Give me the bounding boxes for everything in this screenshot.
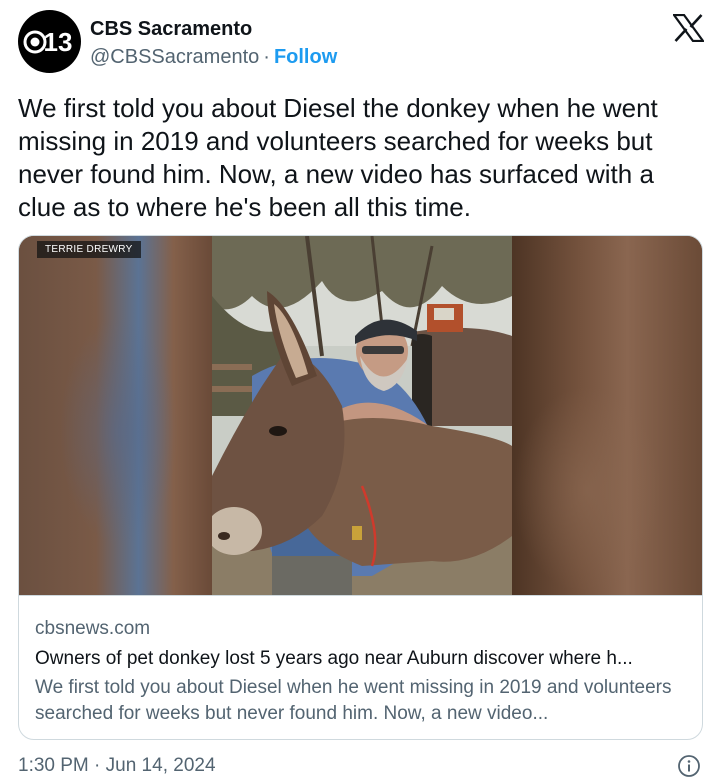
cbs-eye-logo-icon: 13 [23,27,73,57]
x-logo-icon[interactable] [673,14,704,42]
link-card[interactable]: TERRIE DREWRY cbsnews.com Owners of pet … [18,235,703,740]
separator-dot: · [263,46,270,68]
author-handle[interactable]: @CBSSacramento [90,46,259,68]
follow-button[interactable]: Follow [274,46,337,68]
card-meta[interactable]: cbsnews.com Owners of pet donkey lost 5 … [19,595,702,739]
donkey-photo [212,236,512,595]
tweet-timestamp[interactable]: 1:30 PM · Jun 14, 2024 [18,755,216,777]
card-domain: cbsnews.com [35,618,151,639]
tweet-text: We first told you about Diesel the donke… [18,93,658,222]
photo-credit: TERRIE DREWRY [37,241,141,258]
card-title[interactable]: Owners of pet donkey lost 5 years ago ne… [35,647,695,671]
avatar-number: 13 [44,27,73,57]
blurred-background-right [512,236,702,595]
author-name[interactable]: CBS Sacramento [90,18,252,40]
info-icon[interactable] [677,754,701,778]
author-meta: @CBSSacramento · Follow [90,45,337,69]
avatar[interactable]: 13 [18,10,81,73]
blurred-background-left [19,236,212,595]
card-media[interactable]: TERRIE DREWRY [19,236,702,595]
card-description: We first told you about Diesel when he w… [35,677,672,724]
